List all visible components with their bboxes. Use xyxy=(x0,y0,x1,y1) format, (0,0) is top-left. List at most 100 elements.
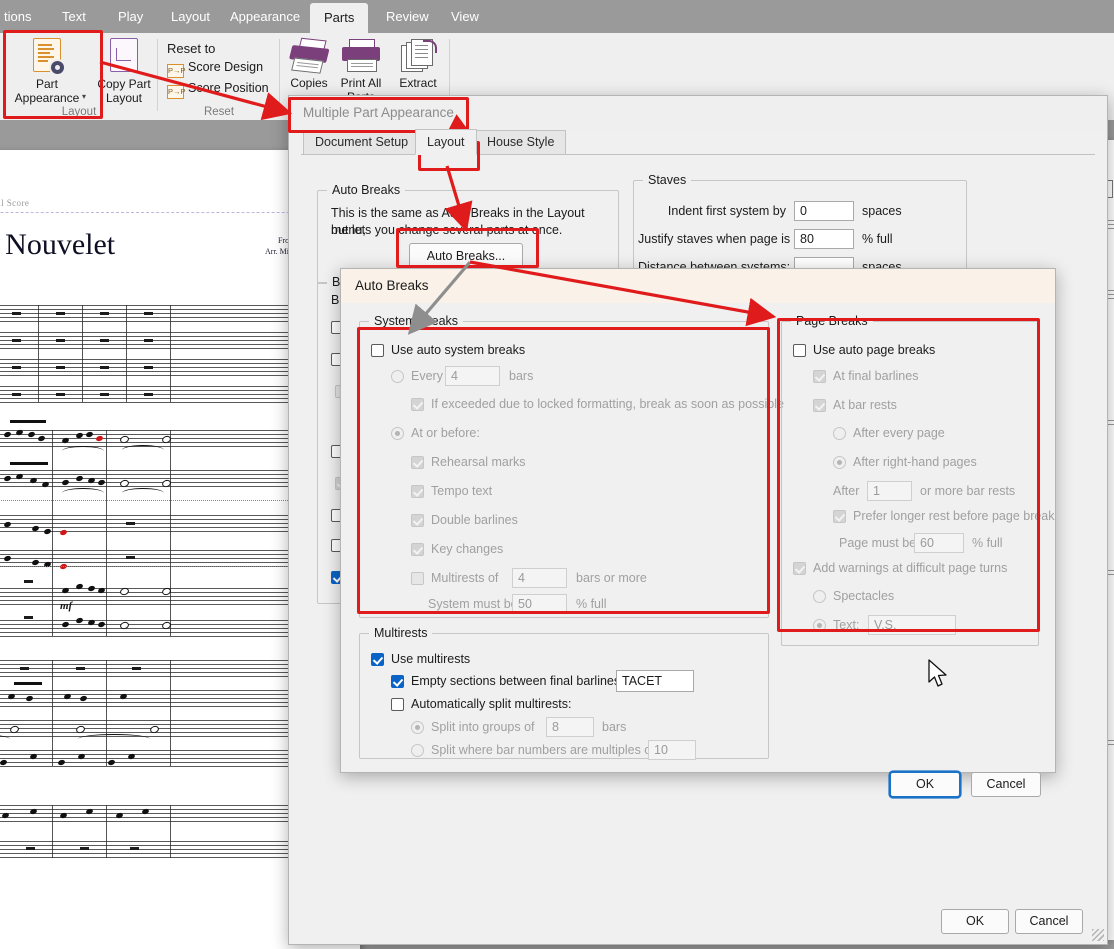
use-auto-page-breaks-checkbox[interactable] xyxy=(793,344,806,357)
copies-button[interactable]: Copies xyxy=(284,37,334,90)
auto-breaks-hint-line2: but lets you change several parts at onc… xyxy=(331,223,563,237)
auto-breaks-ok-button[interactable]: OK xyxy=(890,772,960,797)
use-multirests-checkbox[interactable] xyxy=(371,653,384,666)
every-suffix: bars xyxy=(509,369,534,383)
system-must-be-input[interactable] xyxy=(512,594,567,614)
resize-grip[interactable] xyxy=(1092,929,1104,941)
every-radio[interactable] xyxy=(391,370,404,383)
key-changes-label: Key changes xyxy=(431,542,504,556)
split-groups-radio[interactable] xyxy=(411,721,424,734)
page-must-be-suffix: % full xyxy=(972,536,1003,550)
add-warnings-checkbox[interactable] xyxy=(793,562,806,575)
dynamic-mark: mf xyxy=(60,600,73,612)
ribbon-tab-text[interactable]: Text xyxy=(48,0,100,33)
score-title: el Nouvelet xyxy=(0,228,116,261)
ribbon-group-label-reset: Reset xyxy=(203,106,235,118)
split-multiples-input[interactable] xyxy=(648,740,696,760)
at-or-before-label: At or before: xyxy=(411,426,480,440)
tempo-text-checkbox[interactable] xyxy=(411,485,424,498)
key-changes-checkbox[interactable] xyxy=(411,543,424,556)
ribbon-tab-layout[interactable]: Layout xyxy=(157,0,224,33)
text-input[interactable] xyxy=(868,615,956,635)
auto-split-multirests-checkbox[interactable] xyxy=(391,698,404,711)
chevron-down-icon[interactable]: ▾ xyxy=(82,90,86,104)
auto-breaks-legend: Auto Breaks xyxy=(327,183,406,197)
print-all-parts-icon xyxy=(340,38,382,72)
use-auto-system-breaks-checkbox[interactable] xyxy=(371,344,384,357)
rehearsal-marks-checkbox[interactable] xyxy=(411,456,424,469)
tab-document-setup[interactable]: Document Setup xyxy=(303,130,421,155)
score-page-label: Full Score xyxy=(0,198,30,208)
score-credit-2: Arr. Mi xyxy=(265,247,289,256)
ribbon-group-layout: Part Appearance ▾ Copy Part Layout Layou… xyxy=(0,33,158,120)
prefer-longer-rest-checkbox[interactable] xyxy=(833,510,846,523)
ribbon-tab-play[interactable]: Play xyxy=(104,0,157,33)
text-label: Text: xyxy=(833,618,860,632)
ribbon-tab-tions[interactable]: tions xyxy=(0,0,45,33)
reset-score-design-button[interactable]: P→P Score Design xyxy=(167,60,263,78)
at-bar-rests-label: At bar rests xyxy=(833,398,897,412)
empty-sections-label: Empty sections between final barlines: xyxy=(411,674,624,688)
add-warnings-label: Add warnings at difficult page turns xyxy=(813,561,1008,575)
split-multiples-label: Split where bar numbers are multiples of xyxy=(431,743,655,757)
ribbon-tab-review[interactable]: Review xyxy=(372,0,443,33)
reset-score-position-label: Score Position xyxy=(188,81,269,95)
indent-first-system-label: Indent first system by xyxy=(667,204,786,218)
after-every-page-label: After every page xyxy=(853,426,945,440)
reset-score-position-button[interactable]: P→P Score Position xyxy=(167,81,269,99)
ribbon-tab-parts[interactable]: Parts xyxy=(310,3,369,33)
gear-icon xyxy=(51,61,64,74)
split-multiples-radio[interactable] xyxy=(411,744,424,757)
ribbon-group-label-layout: Layout xyxy=(61,106,97,118)
at-or-before-radio[interactable] xyxy=(391,427,404,440)
use-auto-system-breaks-label: Use auto system breaks xyxy=(391,343,526,357)
part-appearance-button[interactable]: Part Appearance ▾ xyxy=(6,38,88,105)
empty-sections-input[interactable] xyxy=(616,670,694,692)
split-groups-label: Split into groups of xyxy=(431,720,535,734)
ribbon-tab-strip: tions Text Play Layout Appearance Parts … xyxy=(0,0,1114,33)
multirests-of-suffix: bars or more xyxy=(576,571,647,585)
tab-house-style[interactable]: House Style xyxy=(475,130,567,155)
at-bar-rests-checkbox[interactable] xyxy=(813,399,826,412)
auto-breaks-cancel-button[interactable]: Cancel xyxy=(971,772,1041,797)
ribbon-tab-appearance[interactable]: Appearance xyxy=(216,0,314,33)
justify-staves-suffix: % full xyxy=(862,232,893,246)
text-radio[interactable] xyxy=(813,619,826,632)
at-final-barlines-checkbox[interactable] xyxy=(813,370,826,383)
spectacles-radio[interactable] xyxy=(813,590,826,603)
auto-breaks-title: Auto Breaks xyxy=(341,269,1055,303)
copy-part-layout-button[interactable]: Copy Part Layout xyxy=(92,38,156,105)
system-must-be-label: System must be xyxy=(428,597,518,611)
score-design-icon: P→P xyxy=(167,64,186,78)
split-groups-input[interactable] xyxy=(546,717,594,737)
indent-first-system-input[interactable] xyxy=(794,201,854,221)
empty-sections-checkbox[interactable] xyxy=(391,675,404,688)
mpa-ok-button[interactable]: OK xyxy=(941,909,1009,934)
multirests-of-input[interactable] xyxy=(512,568,567,588)
use-auto-page-breaks-label: Use auto page breaks xyxy=(813,343,936,357)
extract-button[interactable]: Extract xyxy=(392,39,444,90)
system-breaks-legend: System Breaks xyxy=(369,314,464,328)
mpa-cancel-button[interactable]: Cancel xyxy=(1015,909,1083,934)
page-must-be-input[interactable] xyxy=(914,533,964,553)
if-exceeded-checkbox[interactable] xyxy=(411,398,424,411)
justify-staves-label: Justify staves when page is xyxy=(638,232,791,246)
mouse-cursor xyxy=(928,659,947,687)
auto-breaks-button[interactable]: Auto Breaks... xyxy=(409,243,523,270)
system-breaks-group: System Breaks Use auto system breaks Eve… xyxy=(359,314,784,618)
after-n-input[interactable] xyxy=(867,481,912,501)
double-barlines-checkbox[interactable] xyxy=(411,514,424,527)
auto-breaks-dialog: Auto Breaks System Breaks Use auto syste… xyxy=(340,268,1056,797)
every-bars-input[interactable] xyxy=(445,366,500,386)
copy-part-layout-label: Copy Part Layout xyxy=(97,77,151,105)
tab-layout[interactable]: Layout xyxy=(415,129,477,155)
after-right-hand-pages-radio[interactable] xyxy=(833,456,846,469)
justify-staves-input[interactable] xyxy=(794,229,854,249)
after-every-page-radio[interactable] xyxy=(833,427,846,440)
multirests-of-checkbox[interactable] xyxy=(411,572,424,585)
part-appearance-label: Part Appearance xyxy=(14,77,80,105)
extract-label: Extract xyxy=(399,76,437,90)
ribbon-tab-view[interactable]: View xyxy=(437,0,493,33)
multirests-group: Multirests Use multirests Empty sections… xyxy=(359,626,769,760)
after-n-prefix: After xyxy=(833,484,860,498)
